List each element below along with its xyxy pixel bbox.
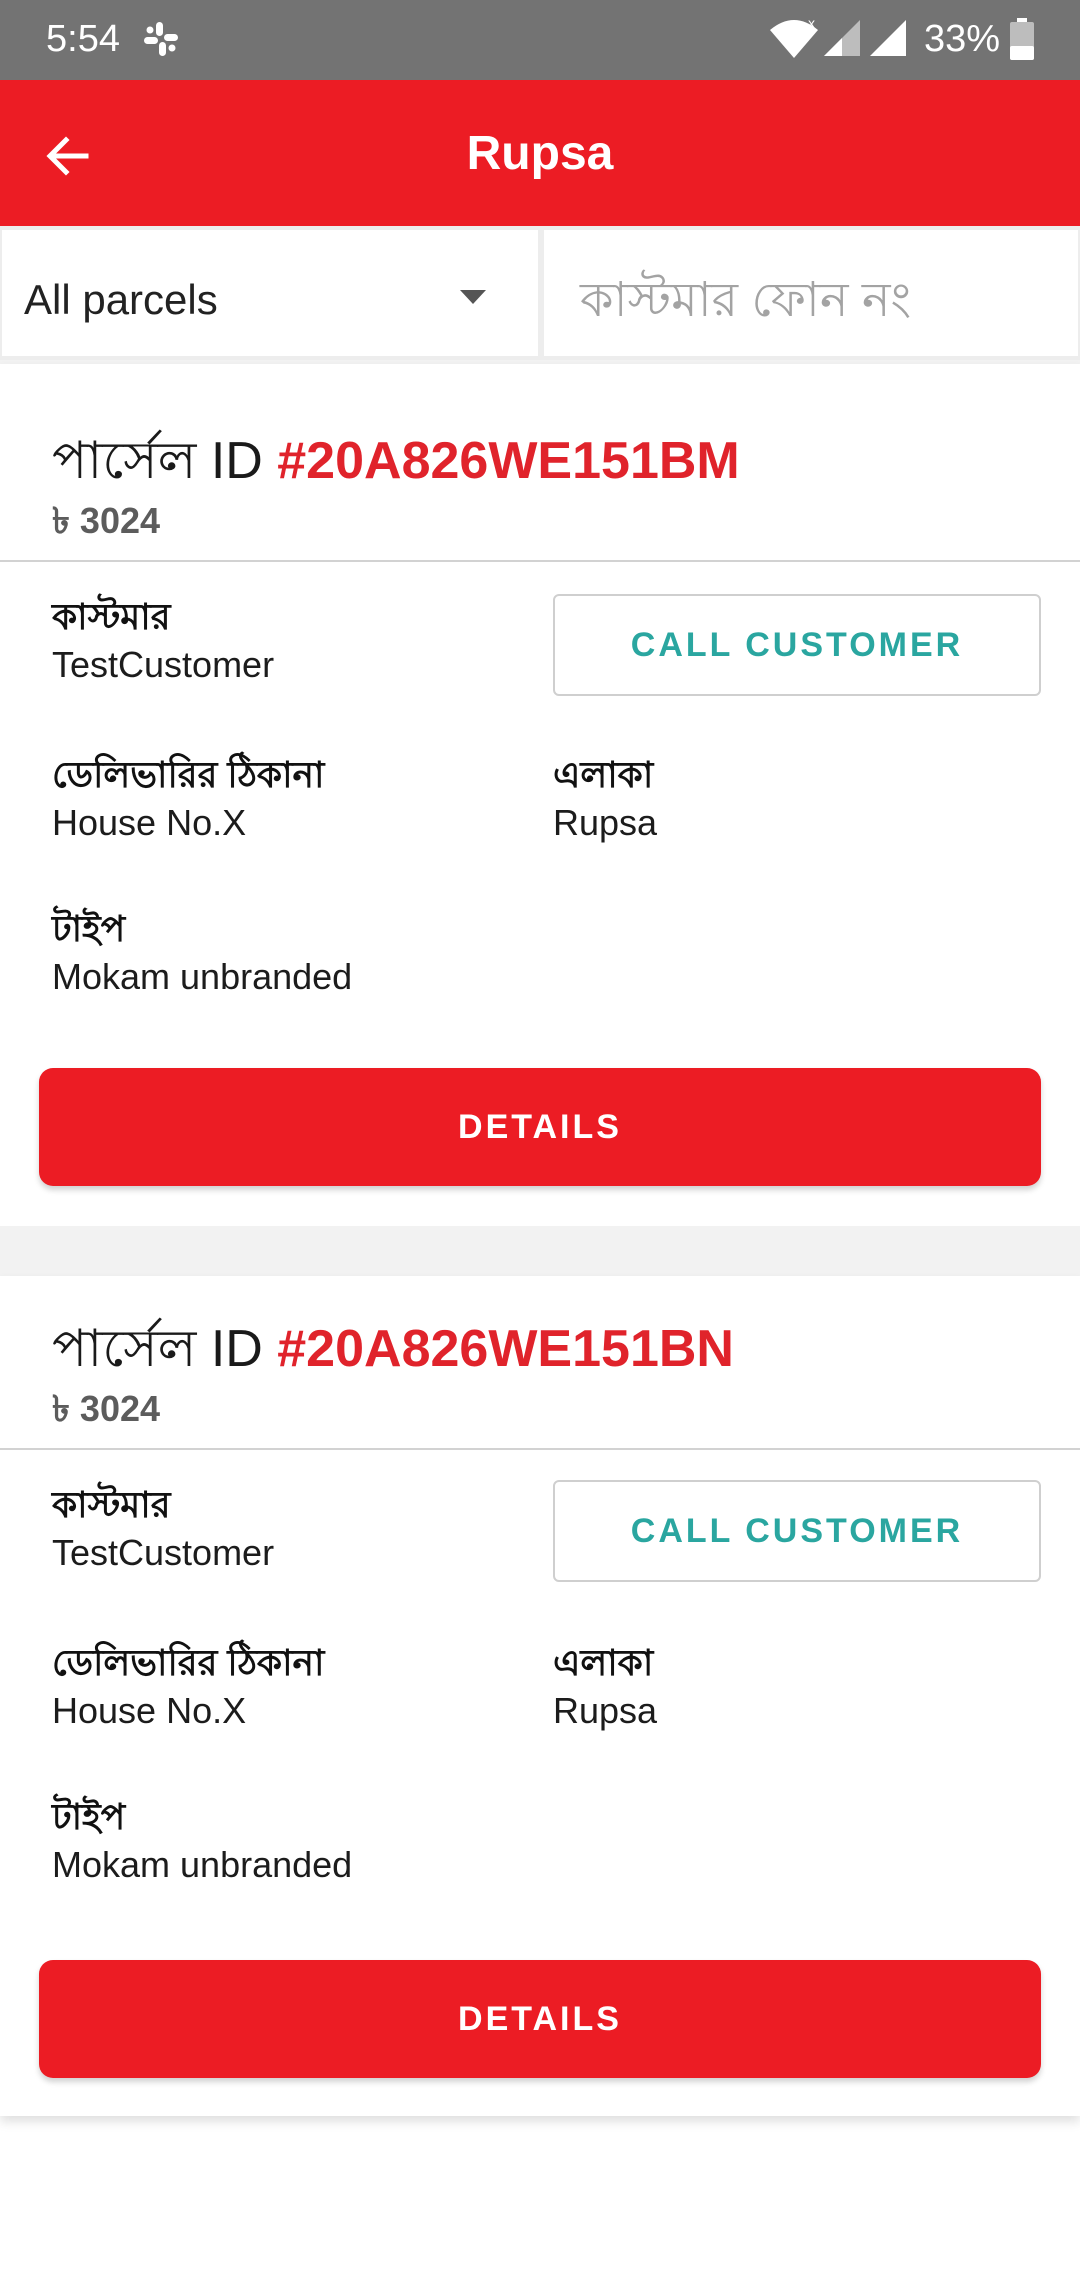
type-value: Mokam unbranded xyxy=(52,1844,353,1885)
call-customer-button[interactable]: CALL CUSTOMER xyxy=(553,594,1041,696)
parcel-id-label: পার্সেল ID xyxy=(52,1320,278,1378)
slack-icon xyxy=(144,22,178,56)
parcel-card-header: পার্সেল ID #20A826WE151BN ৳ 3024 xyxy=(0,1276,1080,1472)
parcel-id: #20A826WE151BN xyxy=(277,1320,734,1378)
parcel-price: ৳ 3024 xyxy=(52,1388,161,1429)
parcel-status-dropdown[interactable]: All parcels xyxy=(2,230,538,356)
details-button[interactable]: DETAILS xyxy=(39,1068,1041,1186)
signal-icon xyxy=(870,20,906,56)
divider xyxy=(0,1448,1080,1450)
area-label: এলাকা xyxy=(553,754,654,795)
parcel-card-header: পার্সেল ID #20A826WE151BM ৳ 3024 xyxy=(0,364,1080,560)
status-bar: 5:54 x 33% xyxy=(0,0,1080,80)
area-value: Rupsa xyxy=(553,802,658,843)
type-value: Mokam unbranded xyxy=(52,956,353,997)
parcel-card: পার্সেল ID #20A826WE151BM ৳ 3024 কাস্টমা… xyxy=(0,364,1080,1226)
customer-label: কাস্টমার xyxy=(52,1484,171,1525)
delivery-address: House No.X xyxy=(52,1690,247,1731)
app-bar: Rupsa xyxy=(0,80,1080,226)
delivery-address-label: ডেলিভারির ঠিকানা xyxy=(52,1642,325,1683)
battery-icon xyxy=(1010,18,1034,60)
type-label: টাইপ xyxy=(52,1796,126,1837)
customer-name: TestCustomer xyxy=(52,644,275,685)
dropdown-selected-value: All parcels xyxy=(24,276,218,323)
parcel-price: ৳ 3024 xyxy=(52,500,161,541)
delivery-address-label: ডেলিভারির ঠিকানা xyxy=(52,754,325,795)
search-placeholder: কাস্টমার ফোন নং xyxy=(580,274,912,327)
customer-label: কাস্টমার xyxy=(52,596,171,637)
svg-text:x: x xyxy=(808,16,815,31)
signal-icon xyxy=(824,20,860,56)
wifi-icon: x xyxy=(770,16,818,58)
customer-name: TestCustomer xyxy=(52,1532,275,1573)
status-time: 5:54 xyxy=(46,18,120,60)
parcel-id-label: পার্সেল ID xyxy=(52,432,278,490)
dropdown-arrow-icon xyxy=(460,290,486,304)
delivery-address: House No.X xyxy=(52,802,247,843)
parcel-card: পার্সেল ID #20A826WE151BN ৳ 3024 কাস্টমা… xyxy=(0,1276,1080,2116)
divider xyxy=(0,560,1080,562)
card-gap xyxy=(0,1226,1080,1276)
details-button[interactable]: DETAILS xyxy=(39,1960,1041,2078)
area-label: এলাকা xyxy=(553,1642,654,1683)
filter-row: All parcels কাস্টমার ফোন নং xyxy=(0,226,1080,360)
parcel-id: #20A826WE151BM xyxy=(277,432,740,490)
battery-percent: 33% xyxy=(924,18,1001,60)
call-customer-button[interactable]: CALL CUSTOMER xyxy=(553,1480,1041,1582)
area-value: Rupsa xyxy=(553,1690,658,1731)
type-label: টাইপ xyxy=(52,908,126,949)
page-title: Rupsa xyxy=(466,127,614,180)
customer-phone-search-input[interactable]: কাস্টমার ফোন নং xyxy=(544,230,1078,356)
